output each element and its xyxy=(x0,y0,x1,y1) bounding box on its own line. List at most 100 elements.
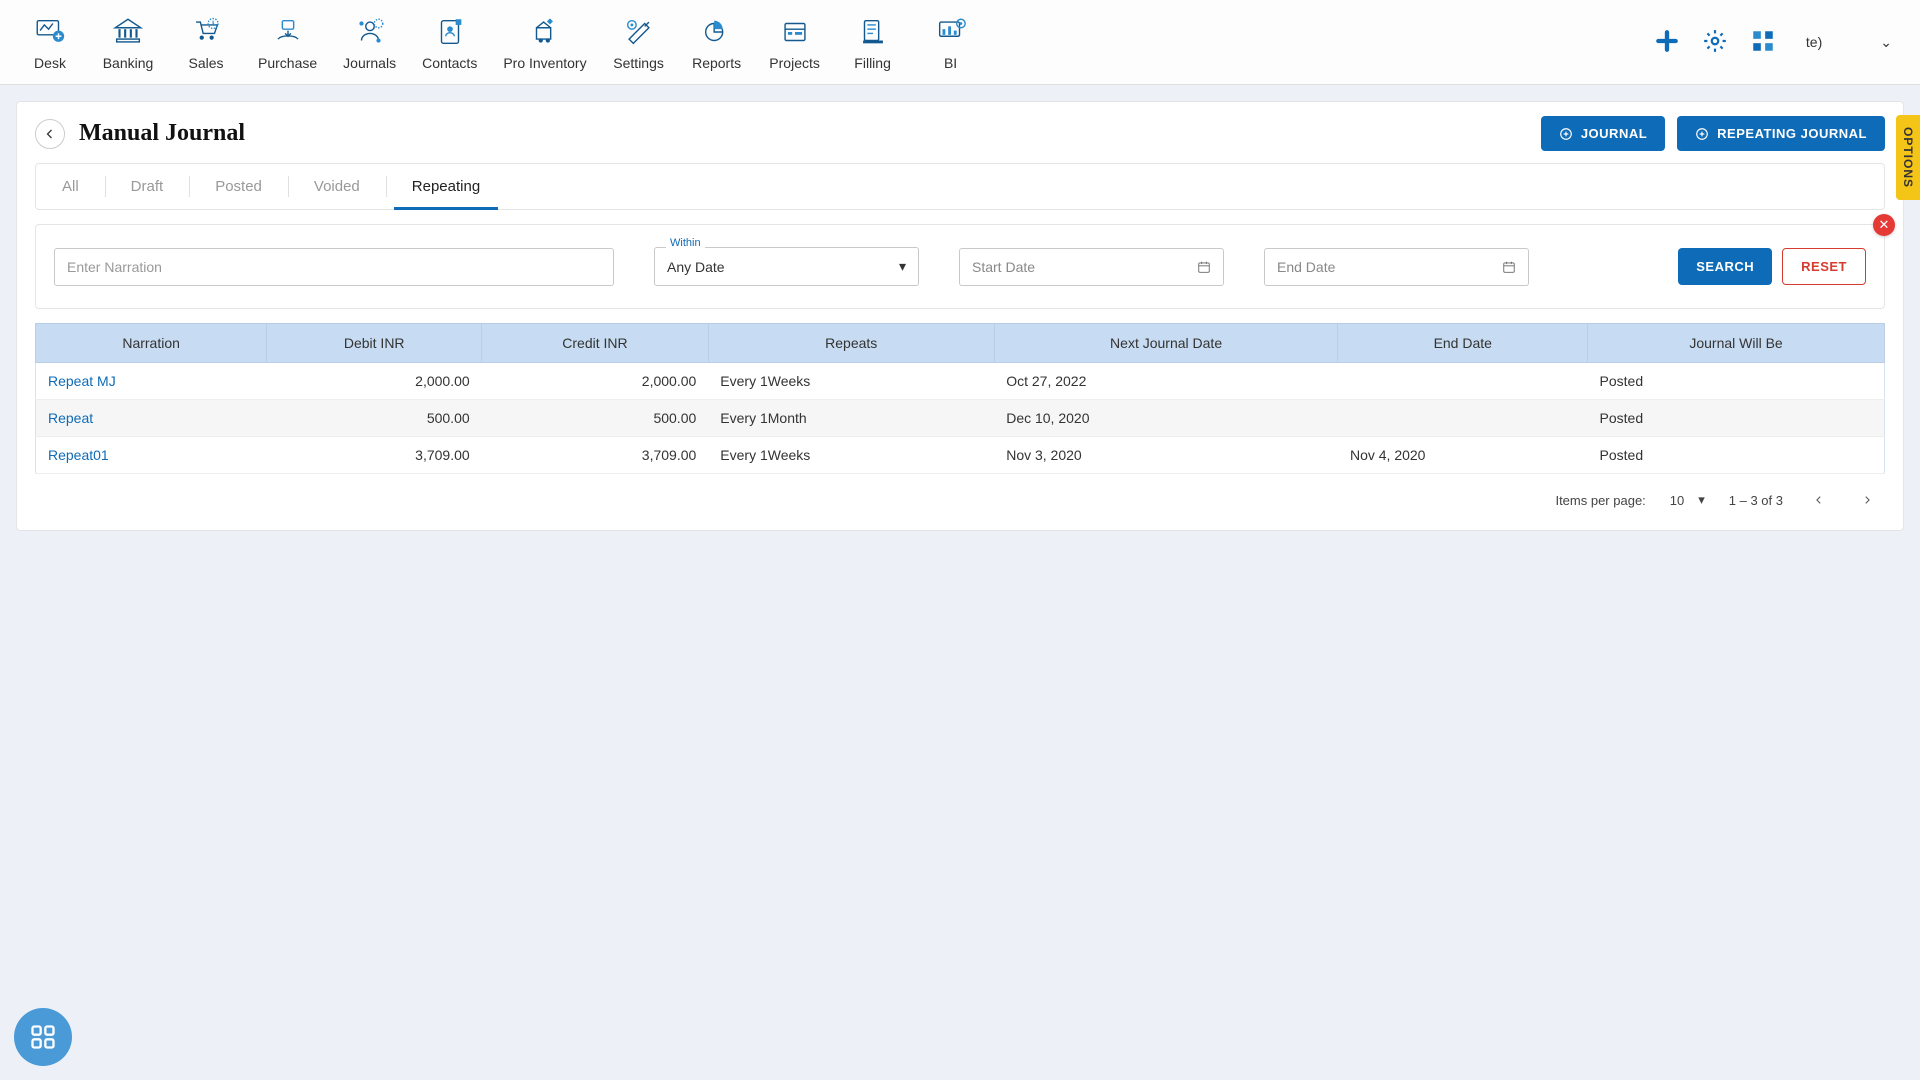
cell-next: Nov 3, 2020 xyxy=(994,437,1338,474)
nav-label: Purchase xyxy=(258,55,317,71)
close-icon: ✕ xyxy=(1879,217,1890,233)
title-wrap: Manual Journal xyxy=(35,119,245,149)
cell-credit: 2,000.00 xyxy=(482,363,709,400)
nav-proinventory[interactable]: Pro Inventory xyxy=(499,9,590,75)
tab-label: Posted xyxy=(215,178,262,195)
nav-desk[interactable]: Desk xyxy=(20,9,80,75)
table-body: Repeat MJ2,000.002,000.00Every 1WeeksOct… xyxy=(36,363,1885,474)
main: Manual Journal JOURNAL REPEATING JOURNAL… xyxy=(0,85,1920,547)
inventory-icon xyxy=(528,15,562,49)
nav-filling[interactable]: Filling xyxy=(843,9,903,75)
dropdown-icon: ▾ xyxy=(899,258,906,275)
narration-input[interactable] xyxy=(54,248,614,286)
top-nav: Desk Banking Sales Purchase Journals Con… xyxy=(0,0,1920,85)
tab-all[interactable]: All xyxy=(36,164,105,209)
user-menu[interactable]: te) ⌄ xyxy=(1798,30,1900,55)
table-row[interactable]: Repeat MJ2,000.002,000.00Every 1WeeksOct… xyxy=(36,363,1885,400)
table-header: Narration Debit INR Credit INR Repeats N… xyxy=(36,324,1885,363)
bi-icon xyxy=(934,15,968,49)
calendar-icon xyxy=(1197,260,1211,274)
purchase-icon xyxy=(271,15,305,49)
settings-gear-button[interactable] xyxy=(1702,28,1728,57)
nav-sales[interactable]: Sales xyxy=(176,9,236,75)
plus-circle-icon xyxy=(1695,127,1709,141)
cell-debit: 3,709.00 xyxy=(267,437,482,474)
journal-button[interactable]: JOURNAL xyxy=(1541,116,1665,151)
nav-purchase[interactable]: Purchase xyxy=(254,9,321,75)
plus-circle-icon xyxy=(1559,127,1573,141)
tab-posted[interactable]: Posted xyxy=(189,164,288,209)
end-date-input[interactable]: End Date xyxy=(1264,248,1529,286)
tab-label: Voided xyxy=(314,178,360,195)
cell-credit: 500.00 xyxy=(482,400,709,437)
search-label: SEARCH xyxy=(1696,259,1754,274)
within-select[interactable]: Any Date ▾ xyxy=(654,247,919,286)
search-button[interactable]: SEARCH xyxy=(1678,248,1772,285)
nav-projects[interactable]: Projects xyxy=(765,9,825,75)
nav-label: Reports xyxy=(692,55,741,71)
tab-label: Draft xyxy=(131,178,164,195)
back-button[interactable] xyxy=(35,119,65,149)
options-rail[interactable]: OPTIONS xyxy=(1896,115,1920,200)
col-next[interactable]: Next Journal Date xyxy=(994,324,1338,363)
table-row[interactable]: Repeat500.00500.00Every 1MonthDec 10, 20… xyxy=(36,400,1885,437)
nav-label: Projects xyxy=(769,55,820,71)
nav-reports[interactable]: Reports xyxy=(687,9,747,75)
filter-actions: SEARCH RESET xyxy=(1678,248,1866,285)
apps-fab[interactable] xyxy=(14,1008,72,1066)
nav-bi[interactable]: BI xyxy=(921,9,981,75)
repeating-journal-button[interactable]: REPEATING JOURNAL xyxy=(1677,116,1885,151)
nav-contacts[interactable]: Contacts xyxy=(418,9,481,75)
dropdown-icon: ▾ xyxy=(1698,492,1705,508)
col-repeats[interactable]: Repeats xyxy=(708,324,994,363)
reset-button[interactable]: RESET xyxy=(1782,248,1866,285)
nav-journals[interactable]: Journals xyxy=(339,9,400,75)
cell-repeats: Every 1Month xyxy=(708,400,994,437)
prev-page-button[interactable] xyxy=(1807,488,1831,512)
nav-items: Desk Banking Sales Purchase Journals Con… xyxy=(20,9,1654,75)
end-date-placeholder: End Date xyxy=(1277,259,1335,275)
tab-voided[interactable]: Voided xyxy=(288,164,386,209)
col-debit[interactable]: Debit INR xyxy=(267,324,482,363)
start-date-input[interactable]: Start Date xyxy=(959,248,1224,286)
cell-end xyxy=(1338,363,1588,400)
tab-draft[interactable]: Draft xyxy=(105,164,190,209)
cell-narration[interactable]: Repeat01 xyxy=(36,437,267,474)
page-title: Manual Journal xyxy=(79,120,245,147)
nav-label: Sales xyxy=(188,55,223,71)
nav-label: BI xyxy=(944,55,957,71)
nav-settings[interactable]: Settings xyxy=(609,9,669,75)
journal-table: Narration Debit INR Credit INR Repeats N… xyxy=(35,323,1885,474)
next-page-button[interactable] xyxy=(1855,488,1879,512)
within-value: Any Date xyxy=(667,259,725,275)
close-filter-button[interactable]: ✕ xyxy=(1873,214,1895,236)
card: Manual Journal JOURNAL REPEATING JOURNAL… xyxy=(16,101,1904,531)
cell-narration[interactable]: Repeat xyxy=(36,400,267,437)
gear-icon xyxy=(1702,28,1728,54)
contacts-icon xyxy=(433,15,467,49)
cell-end: Nov 4, 2020 xyxy=(1338,437,1588,474)
repeating-label: REPEATING JOURNAL xyxy=(1717,126,1867,141)
cell-status: Posted xyxy=(1588,437,1885,474)
ipp-select[interactable]: 10 ▾ xyxy=(1670,492,1705,508)
cell-narration[interactable]: Repeat MJ xyxy=(36,363,267,400)
bank-icon xyxy=(111,15,145,49)
tab-label: All xyxy=(62,178,79,195)
col-status[interactable]: Journal Will Be xyxy=(1588,324,1885,363)
card-header: Manual Journal JOURNAL REPEATING JOURNAL xyxy=(35,116,1885,151)
tab-repeating[interactable]: Repeating xyxy=(386,164,506,209)
nav-label: Contacts xyxy=(422,55,477,71)
apps-button[interactable] xyxy=(1750,28,1776,57)
grid-icon xyxy=(29,1023,57,1051)
col-credit[interactable]: Credit INR xyxy=(482,324,709,363)
nav-banking[interactable]: Banking xyxy=(98,9,158,75)
tabs: All Draft Posted Voided Repeating xyxy=(35,163,1885,210)
quickadd-button[interactable] xyxy=(1654,28,1680,57)
within-label: Within xyxy=(666,237,705,249)
cell-end xyxy=(1338,400,1588,437)
journal-label: JOURNAL xyxy=(1581,126,1647,141)
col-end[interactable]: End Date xyxy=(1338,324,1588,363)
settings-icon xyxy=(622,15,656,49)
col-narration[interactable]: Narration xyxy=(36,324,267,363)
table-row[interactable]: Repeat013,709.003,709.00Every 1WeeksNov … xyxy=(36,437,1885,474)
